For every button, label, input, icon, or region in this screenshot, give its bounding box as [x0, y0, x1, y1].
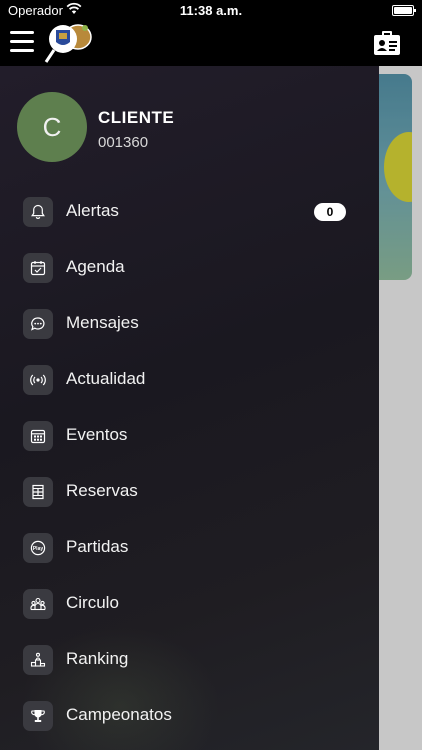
- menu-label-ranking: Ranking: [66, 649, 129, 668]
- menu-label-actualidad: Actualidad: [66, 369, 146, 388]
- clock-time: 11:38 a.m.: [179, 3, 243, 18]
- hamburger-menu-icon[interactable]: [10, 31, 34, 53]
- menu-label-alertas: Alertas: [66, 201, 119, 220]
- app-screen: odo Operador 11:38 a.m.: [0, 0, 422, 750]
- svg-text:Play: Play: [33, 546, 44, 552]
- podium-icon: [23, 645, 53, 675]
- menu-label-partidas: Partidas: [66, 537, 129, 556]
- menu-label-circulo: Circulo: [66, 593, 119, 612]
- menu-item-alertas[interactable]: Alertas 0: [0, 183, 379, 239]
- menu-label-eventos: Eventos: [66, 425, 128, 444]
- drawer-menu: Alertas 0 Agenda Mensajes Actualidad Eve…: [0, 183, 379, 743]
- trophy-icon: [23, 701, 53, 731]
- status-bar: Operador 11:38 a.m.: [0, 0, 422, 22]
- menu-item-ranking[interactable]: Ranking: [0, 631, 379, 687]
- bell-icon: [23, 197, 53, 227]
- menu-label-reservas: Reservas: [66, 481, 138, 500]
- menu-item-campeonatos[interactable]: Campeonatos: [0, 687, 379, 743]
- play-badge-icon: Play: [23, 533, 53, 563]
- menu-item-circulo[interactable]: Circulo: [0, 575, 379, 631]
- user-id: 001360: [98, 134, 149, 151]
- avatar: C: [17, 92, 87, 162]
- user-name: CLIENTE: [98, 108, 175, 127]
- menu-item-reservas[interactable]: Reservas: [0, 463, 379, 519]
- menu-label-agenda: Agenda: [66, 257, 125, 276]
- chat-bubble-icon: [23, 309, 53, 339]
- menu-label-campeonatos: Campeonatos: [66, 705, 172, 724]
- alerts-count-badge: 0: [314, 203, 346, 221]
- group-icon: [23, 589, 53, 619]
- club-logo: [40, 22, 94, 64]
- menu-item-partidas[interactable]: Play Partidas: [0, 519, 379, 575]
- menu-item-mensajes[interactable]: Mensajes: [0, 295, 379, 351]
- user-profile[interactable]: C CLIENTE 001360: [17, 92, 357, 164]
- navigation-drawer: C CLIENTE 001360 Alertas 0 Agenda Mensaj…: [0, 66, 379, 750]
- menu-label-mensajes: Mensajes: [66, 313, 139, 332]
- menu-item-eventos[interactable]: Eventos: [0, 407, 379, 463]
- app-header: [0, 22, 422, 66]
- calendar-check-icon: [23, 253, 53, 283]
- battery-icon: [392, 5, 416, 16]
- contact-card-icon[interactable]: [372, 28, 402, 58]
- menu-item-actualidad[interactable]: Actualidad: [0, 351, 379, 407]
- broadcast-icon: [23, 365, 53, 395]
- menu-item-agenda[interactable]: Agenda: [0, 239, 379, 295]
- court-icon: [23, 477, 53, 507]
- calendar-grid-icon: [23, 421, 53, 451]
